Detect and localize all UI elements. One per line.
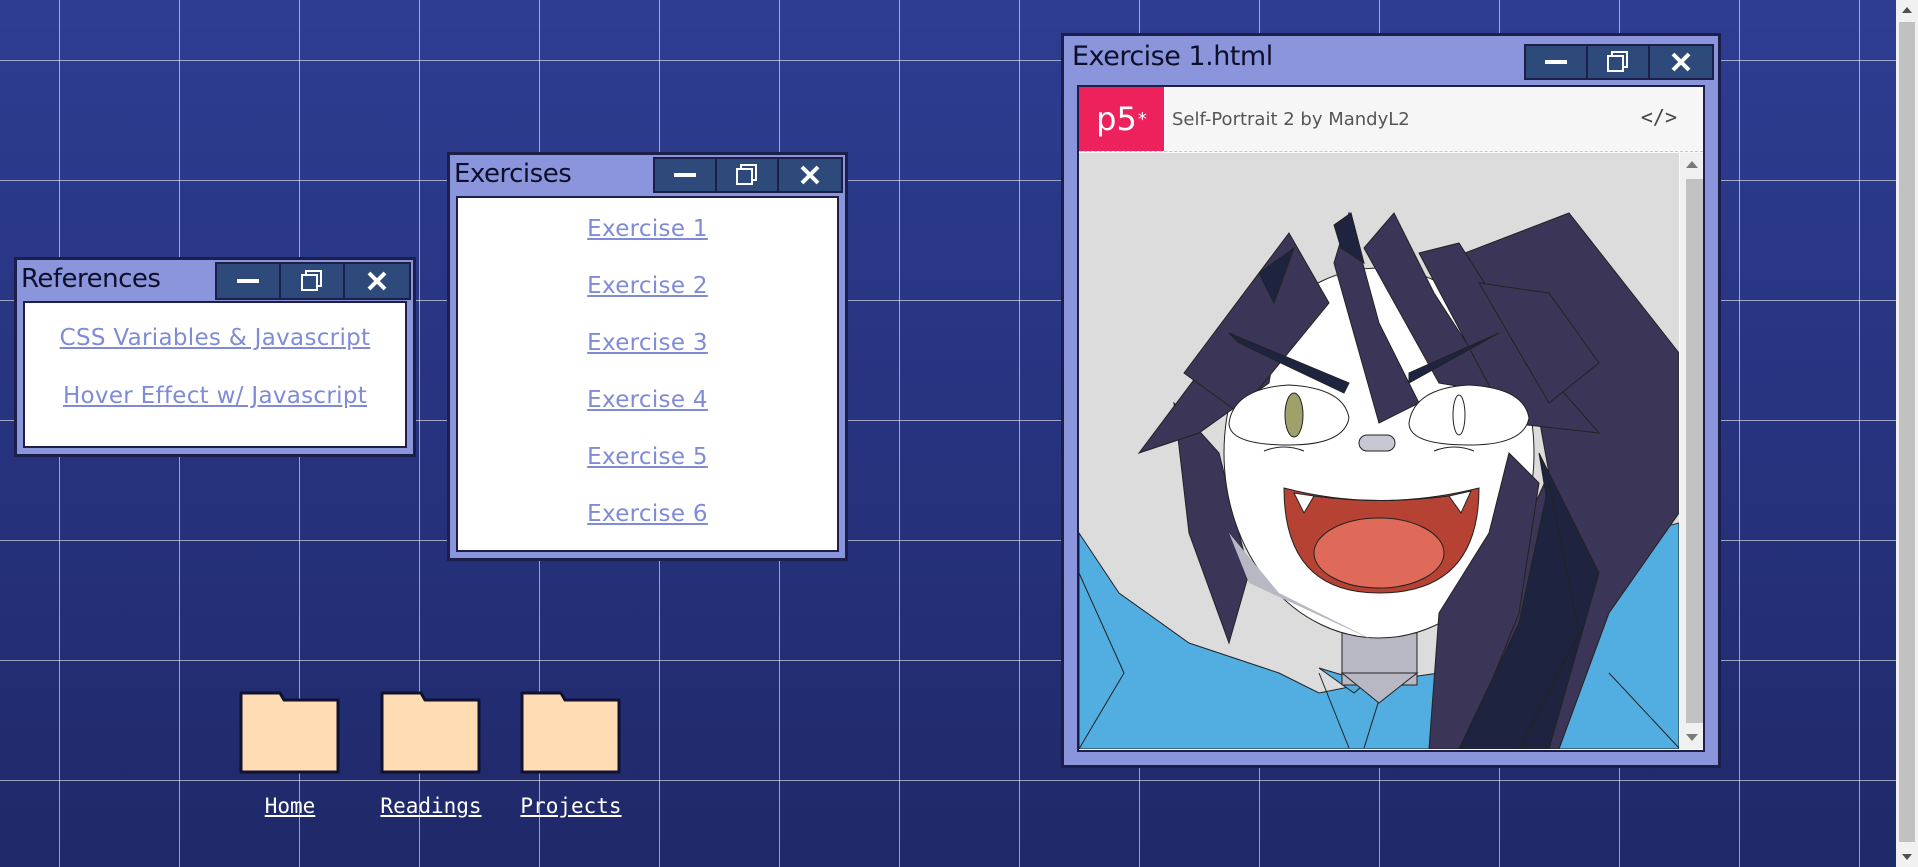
self-portrait-illustration [1079, 211, 1679, 749]
folder-home[interactable]: Home [238, 690, 342, 818]
close-button[interactable] [1650, 46, 1712, 78]
minimize-button[interactable] [1526, 46, 1588, 78]
maximize-button[interactable] [281, 264, 345, 298]
references-content: CSS Variables & Javascript Hover Effect … [23, 301, 407, 448]
scroll-thumb[interactable] [1899, 22, 1915, 842]
link-css-variables[interactable]: CSS Variables & Javascript [25, 325, 405, 351]
window-controls [215, 262, 411, 300]
folder-label[interactable]: Readings [379, 794, 483, 818]
minimize-button[interactable] [217, 264, 281, 298]
folder-projects[interactable]: Projects [519, 690, 623, 818]
folder-label[interactable]: Home [238, 794, 342, 818]
window-title: Exercise 1.html [1072, 41, 1273, 72]
link-exercise-3[interactable]: Exercise 3 [458, 330, 837, 356]
folder-readings[interactable]: Readings [379, 690, 483, 818]
close-button[interactable] [345, 264, 409, 298]
sketch-embed: p5 * Self-Portrait 2 by MandyL2 </> [1077, 85, 1705, 752]
window-title: References [21, 264, 161, 294]
minimize-button[interactable] [655, 159, 717, 191]
close-icon [800, 165, 820, 185]
scroll-down-icon[interactable] [1902, 854, 1912, 860]
exercises-titlebar[interactable]: Exercises [450, 155, 845, 193]
references-titlebar[interactable]: References [17, 260, 413, 300]
close-icon [1671, 52, 1691, 72]
scroll-thumb[interactable] [1686, 179, 1703, 723]
scroll-up-icon[interactable] [1902, 7, 1912, 13]
link-exercise-2[interactable]: Exercise 2 [458, 273, 837, 299]
close-icon [367, 271, 387, 291]
restore-icon [1607, 51, 1628, 72]
p5-logo-mark: * [1137, 108, 1147, 130]
p5-logo-text: p5 [1096, 100, 1137, 138]
sketch-canvas[interactable] [1079, 153, 1679, 749]
link-exercise-5[interactable]: Exercise 5 [458, 444, 837, 470]
sketch-window[interactable]: Exercise 1.html p5 * Self-Portrait 2 by M… [1061, 33, 1721, 768]
link-exercise-6[interactable]: Exercise 6 [458, 501, 837, 527]
link-hover-effect[interactable]: Hover Effect w/ Javascript [25, 383, 405, 409]
exercises-window[interactable]: Exercises Exercise 1 Exercise 2 Exercise… [447, 152, 848, 561]
window-controls [1524, 44, 1714, 80]
folder-icon [239, 691, 340, 774]
p5-embed-header: p5 * Self-Portrait 2 by MandyL2 </> [1079, 87, 1703, 152]
link-exercise-1[interactable]: Exercise 1 [458, 216, 837, 242]
references-window[interactable]: References CSS Variables & Javascript Ho… [14, 257, 416, 457]
minimize-icon [237, 279, 259, 283]
folder-icon [380, 691, 481, 774]
window-title: Exercises [454, 159, 572, 189]
scroll-down-icon[interactable] [1686, 734, 1698, 741]
link-exercise-4[interactable]: Exercise 4 [458, 387, 837, 413]
page-scrollbar[interactable] [1896, 0, 1918, 867]
restore-icon [736, 164, 757, 185]
maximize-button[interactable] [1588, 46, 1650, 78]
sketch-title[interactable]: Self-Portrait 2 by MandyL2 [1172, 109, 1410, 130]
folder-icon [520, 691, 621, 774]
restore-icon [301, 270, 322, 291]
minimize-icon [674, 173, 696, 177]
scroll-up-icon[interactable] [1686, 161, 1698, 168]
minimize-icon [1545, 60, 1567, 64]
sketch-scrollbar[interactable] [1680, 153, 1703, 749]
sketch-titlebar[interactable]: Exercise 1.html [1064, 36, 1718, 80]
exercises-content: Exercise 1 Exercise 2 Exercise 3 Exercis… [456, 196, 839, 552]
folder-label[interactable]: Projects [519, 794, 623, 818]
p5-logo[interactable]: p5 * [1079, 87, 1164, 151]
maximize-button[interactable] [717, 159, 779, 191]
code-icon[interactable]: </> [1641, 105, 1677, 129]
window-controls [653, 157, 843, 193]
close-button[interactable] [779, 159, 841, 191]
